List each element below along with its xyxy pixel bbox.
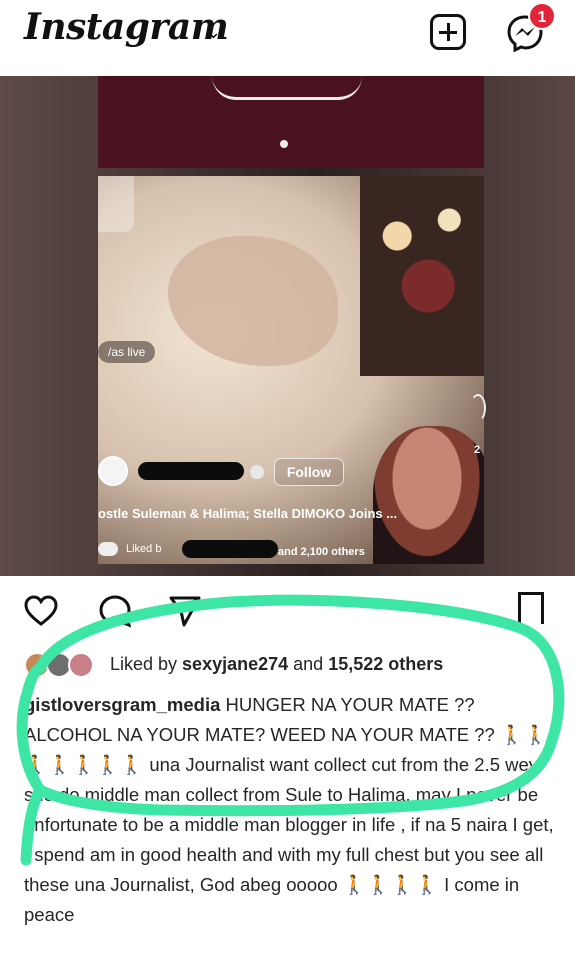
- embedded-phone-screen: /as live Follow ostle Suleman & Halima; …: [98, 176, 484, 564]
- post-media[interactable]: /as live Follow ostle Suleman & Halima; …: [0, 76, 575, 576]
- post-caption: gistloversgram_media HUNGER NA YOUR MATE…: [24, 690, 556, 930]
- refresh-arc-icon: [470, 394, 486, 422]
- woman-in-video: [373, 426, 484, 564]
- comment-icon[interactable]: [98, 594, 132, 628]
- account-switch-chevron-icon[interactable]: ⌄: [206, 22, 221, 43]
- live-liked-others: and 2,100 others: [278, 546, 365, 558]
- walking-emoji-icon: 🚶🚶🚶🚶: [342, 874, 439, 895]
- new-post-icon[interactable]: [430, 14, 466, 50]
- verified-icon: [250, 465, 264, 479]
- redaction-bar-liker: [182, 540, 278, 558]
- redaction-bar-username: [138, 462, 244, 480]
- liked-avatars-icon: [98, 542, 118, 556]
- live-liked-row: Liked b: [98, 542, 161, 556]
- post-action-bar: [0, 576, 575, 646]
- notification-badge: 1: [528, 2, 556, 30]
- save-icon[interactable]: [518, 592, 544, 629]
- liker-username[interactable]: sexyjane274: [182, 654, 288, 674]
- instagram-logo[interactable]: Instagram: [24, 6, 229, 48]
- flowers-decoration: [360, 176, 484, 376]
- avatar: [68, 652, 94, 678]
- likes-summary[interactable]: Liked by sexyjane274 and 15,522 others: [24, 652, 443, 678]
- video-shirt-button: [280, 140, 288, 148]
- liker-avatars: [24, 652, 104, 678]
- likes-count[interactable]: 15,522 others: [328, 654, 443, 674]
- live-video-title: ostle Suleman & Halima; Stella DIMOKO Jo…: [98, 506, 398, 521]
- video-shirt-collar: [212, 76, 362, 100]
- like-icon[interactable]: [24, 594, 58, 628]
- was-live-label: /as live: [98, 341, 156, 363]
- follow-button[interactable]: Follow: [274, 458, 344, 486]
- app-header: Instagram ⌄ 1: [0, 0, 575, 76]
- share-icon[interactable]: [168, 594, 202, 628]
- side-number-top: 2: [474, 444, 481, 456]
- live-host-avatar: [98, 456, 128, 486]
- caption-username[interactable]: gistloversgram_media: [24, 694, 220, 715]
